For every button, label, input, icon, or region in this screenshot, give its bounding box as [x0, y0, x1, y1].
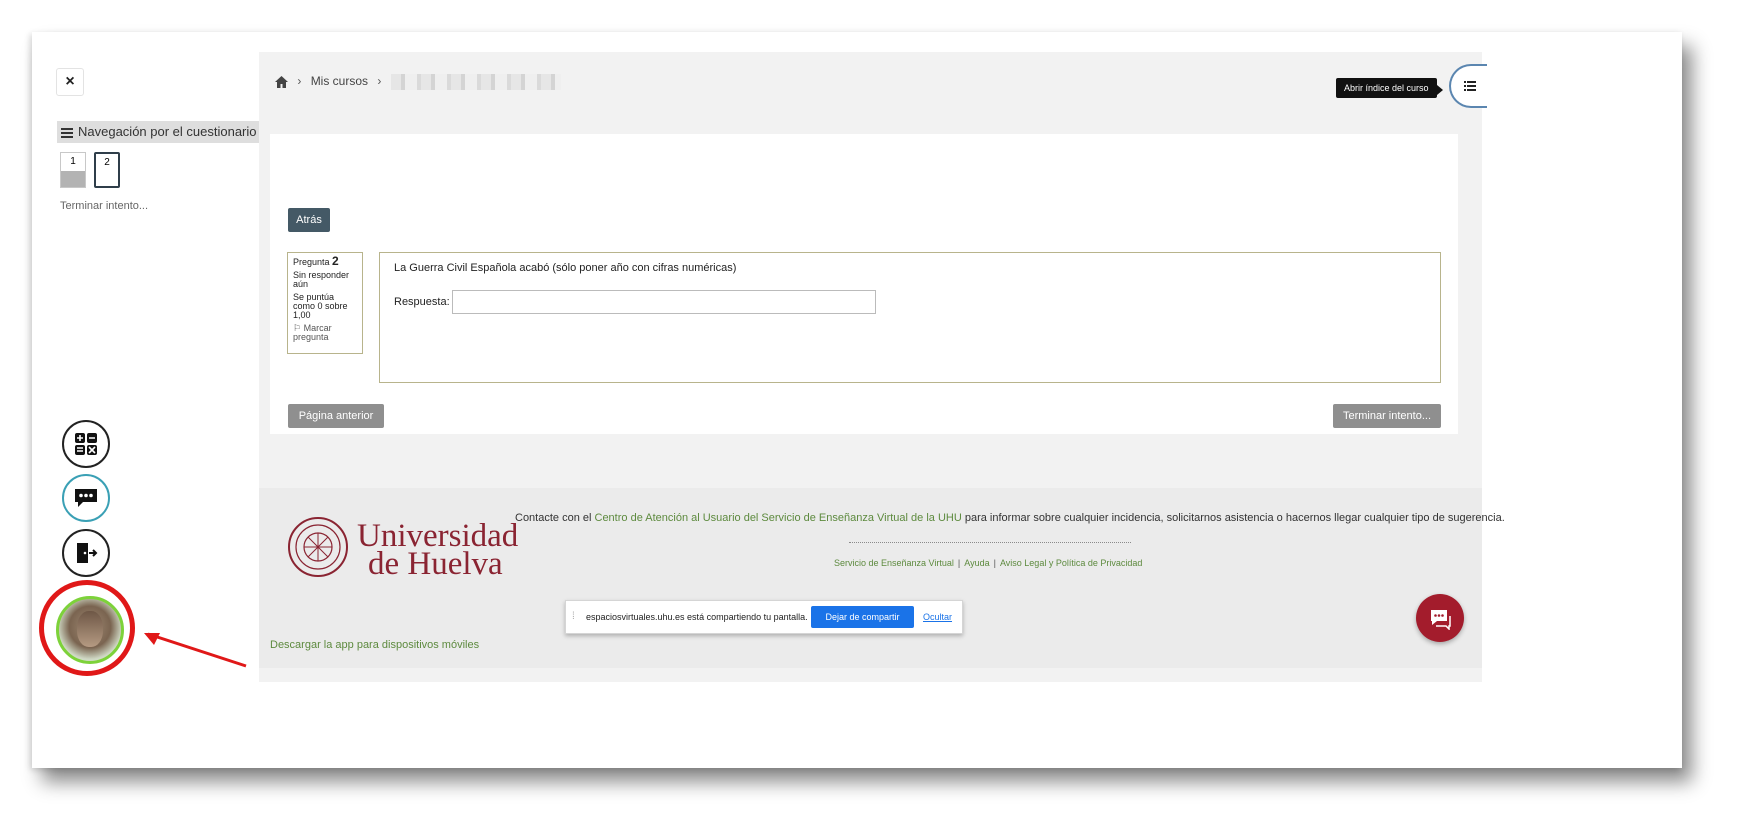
arrow-annotation	[144, 632, 247, 668]
question-nav-1-label: 1	[70, 156, 76, 167]
exit-button[interactable]	[62, 529, 110, 577]
university-logo[interactable]: Universidad de Huelva	[287, 516, 518, 583]
logo-line-2: de Huelva	[368, 546, 503, 582]
contact-prefix: Contacte con el	[515, 512, 592, 524]
contact-suffix: para informar sobre cualquier incidencia…	[964, 512, 1505, 524]
messages-button[interactable]	[62, 474, 110, 522]
home-icon[interactable]	[275, 76, 288, 88]
close-icon: ×	[65, 73, 75, 90]
quiz-navigation-title: Navegación por el cuestionario	[57, 121, 274, 143]
course-index-button[interactable]	[1449, 64, 1487, 108]
avatar-face	[77, 611, 103, 647]
drag-handle-icon[interactable]: ⁞	[572, 611, 575, 622]
question-nav-2[interactable]: 2	[94, 152, 120, 188]
question-content: La Guerra Civil Española acabó (sólo pon…	[379, 252, 1441, 383]
question-status: Sin responder aún	[293, 270, 350, 289]
answer-input[interactable]	[452, 290, 876, 314]
breadcrumb: › Mis cursos ›	[275, 74, 561, 90]
answer-label: Respuesta:	[394, 296, 450, 308]
exit-icon	[77, 543, 98, 563]
question-nav-2-label: 2	[104, 157, 110, 168]
menu-icon	[61, 126, 73, 140]
app-download-row: Descargar la app para dispositivos móvil…	[259, 630, 1482, 660]
finish-attempt-link[interactable]: Terminar intento...	[60, 200, 148, 212]
breadcrumb-my-courses[interactable]: Mis cursos	[311, 74, 368, 88]
share-message: espaciosvirtuales.uhu.es está compartien…	[586, 612, 808, 622]
avatar-highlight	[39, 580, 135, 676]
flag-question-button[interactable]: ⚐ Marcar pregunta	[293, 324, 357, 342]
university-seal-icon	[288, 517, 348, 577]
footer-link-help[interactable]: Ayuda	[964, 558, 989, 568]
question-nav-1[interactable]: 1	[60, 152, 86, 188]
question-number: 2	[332, 254, 339, 268]
question-info: Pregunta 2 Sin responder aún Se puntúa c…	[287, 252, 363, 354]
calculator-button[interactable]	[62, 420, 110, 468]
hide-share-bar-link[interactable]: Ocultar	[923, 612, 952, 622]
contact-text: Contacte con el Centro de Atención al Us…	[515, 512, 1505, 524]
quiz-navigation-drawer: × Navegación por el cuestionario 1 2 Ter…	[32, 32, 282, 768]
back-button[interactable]: Atrás	[288, 208, 330, 232]
question-text: La Guerra Civil Española acabó (sólo pon…	[394, 262, 737, 274]
footer-divider	[849, 542, 1131, 543]
page-footer: Universidad de Huelva Contacte con el Ce…	[259, 488, 1505, 668]
list-icon	[1464, 81, 1476, 91]
question-answered-fill	[61, 171, 85, 187]
footer-links: Servicio de Enseñanza Virtual | Ayuda | Avis…	[834, 558, 1142, 568]
quiz-card: Atrás Pregunta 2 Sin responder aún Se pu…	[270, 134, 1458, 434]
course-index-tooltip: Abrir índice del curso	[1336, 78, 1443, 98]
previous-page-button[interactable]: Página anterior	[288, 404, 384, 428]
quiz-navigation-label: Navegación por el cuestionario	[78, 124, 257, 139]
breadcrumb-separator: ›	[377, 74, 382, 89]
screen-share-bar: ⁞ espaciosvirtuales.uhu.es está comparti…	[565, 600, 963, 634]
breadcrumb-course-blurred[interactable]	[390, 74, 561, 90]
footer-link-service[interactable]: Servicio de Enseñanza Virtual	[834, 558, 954, 568]
app-download-link[interactable]: Descargar la app para dispositivos móvil…	[270, 639, 479, 651]
help-chat-button[interactable]	[1416, 594, 1464, 642]
stop-sharing-button[interactable]: Dejar de compartir	[811, 606, 914, 628]
calculator-icon	[75, 433, 97, 455]
footer-link-separator: |	[957, 558, 961, 568]
footer-link-separator: |	[993, 558, 996, 568]
finish-attempt-button[interactable]: Terminar intento...	[1333, 404, 1441, 428]
chat-icon	[75, 489, 97, 507]
help-chat-icon	[1431, 610, 1451, 630]
footer-link-legal[interactable]: Aviso Legal y Política de Privacidad	[1000, 558, 1142, 568]
close-drawer-button[interactable]: ×	[56, 68, 84, 96]
question-grade: Se puntúa como 0 sobre 1,00	[293, 292, 348, 320]
user-avatar[interactable]	[56, 596, 124, 664]
breadcrumb-separator: ›	[297, 74, 302, 89]
question-label: Pregunta	[293, 257, 330, 267]
browser-frame: × Navegación por el cuestionario 1 2 Ter…	[32, 32, 1682, 768]
contact-link[interactable]: Centro de Atención al Usuario del Servic…	[595, 512, 962, 524]
